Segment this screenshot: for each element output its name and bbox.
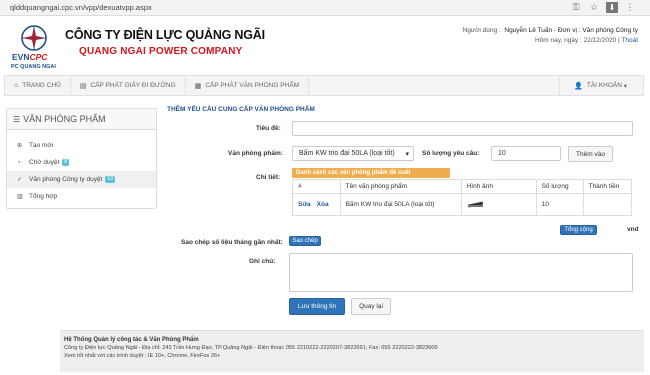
detail-label: Chi tiết: (256, 174, 281, 181)
sidebar-item-create[interactable]: ⊕ Tạo mới (7, 137, 156, 154)
copy-label: Sao chép số liệu tháng gần nhất: (181, 239, 283, 246)
sidebar-title: VĂN PHÒNG PHẨM (23, 114, 106, 124)
copy-button[interactable]: Sao chép (289, 236, 321, 246)
company-brand: CÔNG TY ĐIỆN LỰC QUẢNG NGÃI QUANG NGAI P… (65, 28, 265, 57)
sidebar-item-approved-label: Văn phòng Công ty duyệt (29, 176, 103, 183)
nav-account-label: TÀI KHOẢN (586, 82, 622, 89)
delete-link[interactable]: Xóa (317, 201, 329, 208)
browser-address-bar: qlddquangngai.cpc.vn/vpp/dexuatvpp.aspx … (0, 0, 650, 16)
table-row: Sửa Xóa Bấm KW trio đại 50LA (loại tốt) 1… (292, 193, 633, 216)
company-name-vn: CÔNG TY ĐIỆN LỰC QUẢNG NGÃI (65, 28, 265, 42)
caret-down-icon: ▾ (623, 82, 627, 90)
sidebar-item-summary[interactable]: ▥ Tổng hợp (7, 188, 156, 205)
add-button[interactable]: Thêm vào (568, 146, 613, 162)
approved-count-badge: 19 (105, 176, 115, 183)
home-icon: ⌂ (14, 82, 19, 89)
chart-icon: ▥ (17, 194, 23, 200)
footer: Hệ Thống Quản lý công tác & Văn Phòng Ph… (60, 330, 644, 372)
sidebar-item-create-label: Tạo mới (29, 142, 54, 149)
sidebar: ☰ VĂN PHÒNG PHẨM ⊕ Tạo mới ◔ Chờ duyệt 8 ✓ Vă… (6, 108, 157, 209)
quantity-input[interactable]: 10 (491, 146, 561, 161)
menu-dots-icon[interactable]: ⋮ (624, 2, 636, 13)
row-quantity: 10 (535, 193, 584, 216)
logout-link[interactable]: Thoát (621, 37, 638, 44)
folder-icon: ▦ (194, 82, 202, 90)
user-icon: 👤 (574, 82, 583, 90)
sidebar-header: ☰ VĂN PHÒNG PHẨM (7, 109, 156, 130)
nav-home[interactable]: ⌂ TRANG CHỦ (5, 76, 71, 95)
nav-travel-pass[interactable]: ▤ CẤP PHÁT GIẤY ĐI ĐƯỜNG (71, 76, 186, 95)
col-total: Thành tiền (582, 179, 633, 194)
company-name-en: QUANG NGAI POWER COMPANY (79, 46, 243, 57)
document-icon: ▤ (79, 82, 87, 90)
currency-label: vnd (627, 226, 639, 233)
quantity-label: Số lượng yêu cầu: (422, 150, 480, 157)
plus-circle-icon: ⊕ (17, 143, 23, 149)
clock-icon: ◔ (17, 159, 21, 166)
nav-stationery[interactable]: ▦ CẤP PHÁT VĂN PHÒNG PHẨM (186, 76, 309, 95)
edit-link[interactable]: Sửa (298, 201, 311, 208)
download-icon[interactable]: ⬇ (606, 2, 618, 13)
nav-home-label: TRANG CHỦ (22, 82, 61, 89)
browser-actions: ⚿ ☆ ⬇ ⋮ (570, 2, 636, 13)
evn-logo: EVNCPC PC QUANG NGAI (11, 25, 56, 69)
row-image (460, 193, 537, 216)
table-header-row: # Tên văn phòng phẩm Hình ảnh Số lượng T… (292, 179, 633, 194)
list-icon: ☰ (13, 114, 21, 124)
user-info: Người dùng : Nguyễn Lê Tuấn - Đơn vị : V… (462, 27, 639, 44)
proposal-list-tag: Danh sách các văn phòng phẩm đề xuất (292, 168, 450, 178)
key-icon[interactable]: ⚿ (570, 2, 582, 13)
proposal-table: # Tên văn phòng phẩm Hình ảnh Số lượng T… (292, 179, 633, 216)
col-index: # (292, 179, 341, 194)
today-value: 22/12/2020 (583, 36, 617, 44)
sidebar-item-summary-label: Tổng hợp (29, 193, 58, 200)
svg-text:PC QUANG NGAI: PC QUANG NGAI (11, 64, 56, 69)
user-value: Nguyễn Lê Tuấn - Đơn vị : Văn phòng Công… (504, 27, 638, 34)
sidebar-item-pending[interactable]: ◔ Chờ duyệt 8 (7, 154, 156, 171)
footer-address: Công ty Điện lực Quảng Ngãi - Địa chỉ: 2… (64, 345, 438, 351)
col-name: Tên văn phòng phẩm (339, 179, 462, 194)
stapler-image (467, 201, 483, 207)
stationery-select[interactable]: Bấm KW trio đại 50LA (loại tốt) (292, 146, 414, 161)
page-title: THÊM YÊU CẦU CUNG CẤP VĂN PHÒNG PHẨM (167, 106, 315, 113)
note-label: Ghi chú: (249, 258, 276, 265)
note-textarea[interactable] (289, 253, 633, 292)
pending-count-badge: 8 (62, 159, 70, 166)
title-input[interactable] (292, 121, 633, 136)
svg-text:EVNCPC: EVNCPC (12, 52, 48, 62)
back-button[interactable]: Quay lại (351, 298, 391, 315)
nav-stationery-label: CẤP PHÁT VĂN PHÒNG PHẨM (205, 82, 299, 89)
stationery-label: Văn phòng phẩm: (228, 150, 283, 157)
url-text[interactable]: qlddquangngai.cpc.vn/vpp/dexuatvpp.aspx (10, 3, 152, 12)
footer-browsers: Xem tốt nhất với các trình duyệt : IE 10… (64, 353, 221, 359)
stationery-select-value: Bấm KW trio đại 50LA (loại tốt) (299, 150, 395, 157)
main-nav: ⌂ TRANG CHỦ ▤ CẤP PHÁT GIẤY ĐI ĐƯỜNG ▦ CẤP … (4, 75, 644, 96)
save-button[interactable]: Lưu thông tin (289, 298, 345, 315)
col-quantity: Số lượng (535, 179, 584, 194)
star-icon[interactable]: ☆ (588, 2, 600, 13)
nav-travel-pass-label: CẤP PHÁT GIẤY ĐI ĐƯỜNG (90, 82, 176, 89)
footer-title: Hệ Thống Quản lý công tác & Văn Phòng Ph… (64, 337, 199, 343)
nav-account[interactable]: 👤 TÀI KHOẢN ▾ (559, 76, 643, 95)
row-actions: Sửa Xóa (292, 193, 341, 216)
check-icon: ✓ (17, 177, 23, 183)
row-item-name: Bấm KW trio đại 50LA (loại tốt) (339, 193, 462, 216)
col-image: Hình ảnh (460, 179, 537, 194)
today-label: Hôm nay, ngày : (534, 36, 582, 44)
total-button[interactable]: Tổng cộng (560, 225, 597, 235)
title-label: Tiêu đề: (256, 125, 281, 132)
sidebar-item-approved[interactable]: ✓ Văn phòng Công ty duyệt 19 (7, 171, 156, 188)
row-total (582, 193, 633, 216)
sidebar-item-pending-label: Chờ duyệt (29, 159, 60, 166)
user-label: Người dùng : (462, 27, 501, 34)
